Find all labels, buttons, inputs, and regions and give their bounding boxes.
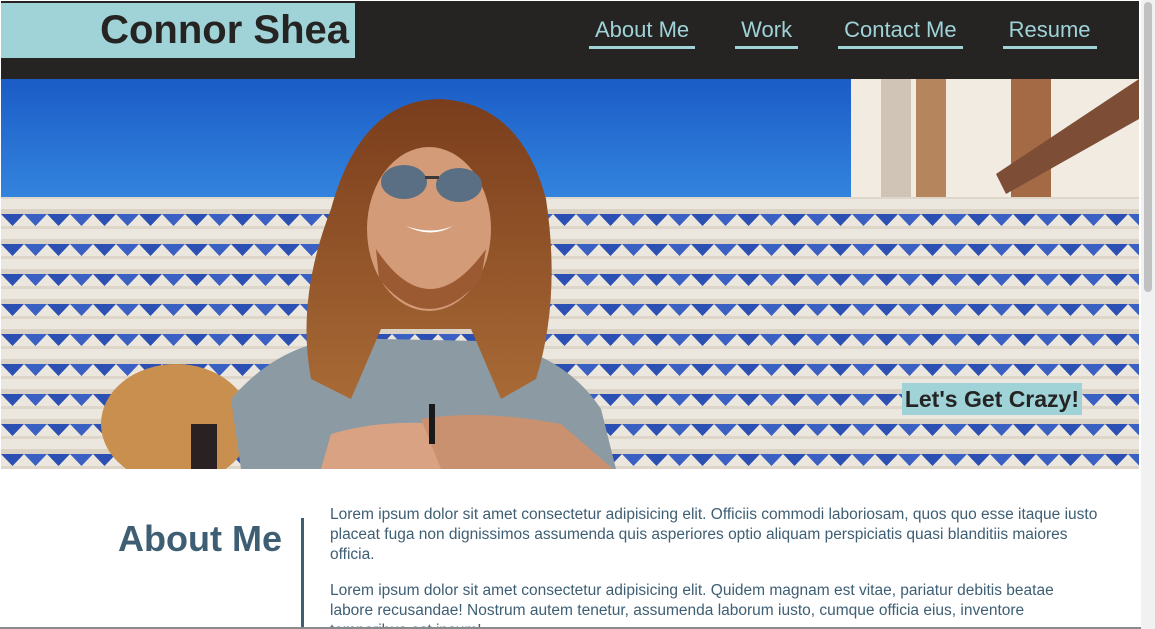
about-text: Lorem ipsum dolor sit amet consectetur a… — [330, 505, 1100, 629]
nav-work[interactable]: Work — [735, 16, 799, 49]
about-paragraph: Lorem ipsum dolor sit amet consectetur a… — [330, 582, 1054, 629]
scrollbar-thumb[interactable] — [1144, 2, 1152, 292]
about-heading: About Me — [118, 518, 282, 559]
page: About Me Work Contact Me Resume Connor S… — [0, 0, 1155, 629]
brand-block: Connor Shea — [1, 3, 355, 58]
nav-resume[interactable]: Resume — [1002, 16, 1097, 49]
hero-tagline: Let's Get Crazy! — [901, 383, 1082, 415]
about-paragraph: Lorem ipsum dolor sit amet consectetur a… — [330, 506, 1098, 563]
nav-contact-me[interactable]: Contact Me — [838, 16, 963, 49]
brand-name: Connor Shea — [100, 8, 349, 52]
about-divider — [301, 518, 304, 629]
nav-about-me[interactable]: About Me — [589, 16, 696, 49]
vertical-scrollbar[interactable] — [1141, 0, 1155, 629]
main-nav: About Me Work Contact Me Resume — [589, 16, 1097, 49]
hero-section: Let's Get Crazy! — [1, 79, 1139, 469]
